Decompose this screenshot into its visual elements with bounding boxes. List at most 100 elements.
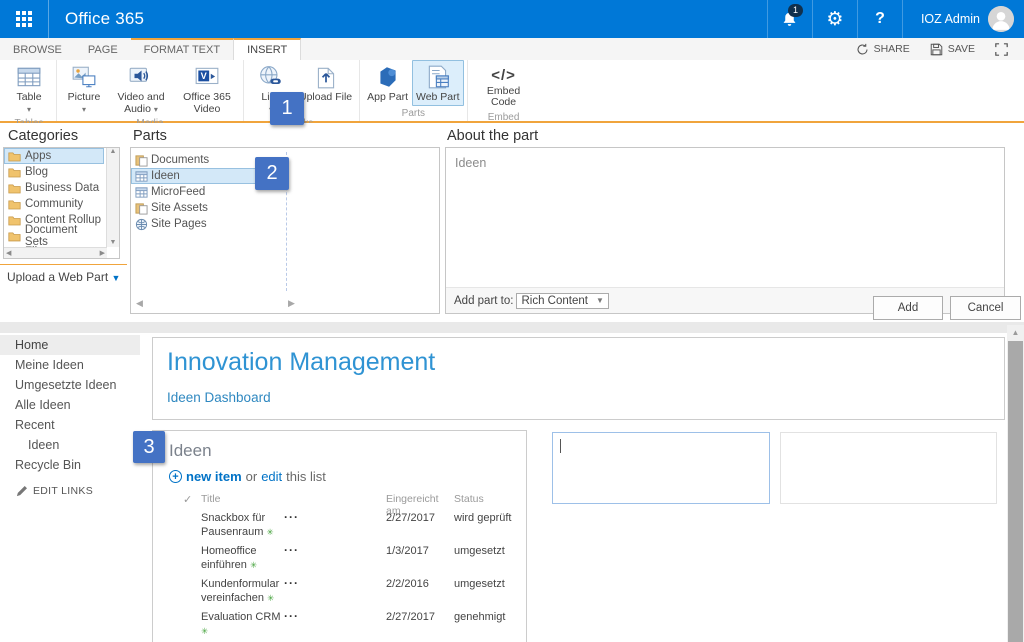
sidebar-item-recycle-bin[interactable]: Recycle Bin: [0, 455, 150, 475]
code-icon: </>: [475, 70, 533, 82]
status-value: umgesetzt: [454, 577, 514, 592]
suite-bar: Office 365 1 ⚙ ? IOZ Admin: [0, 0, 1024, 38]
help-button[interactable]: ?: [857, 0, 902, 38]
parts-title: Parts: [133, 128, 167, 144]
submitted-date: 2/27/2017: [386, 610, 454, 625]
table-icon: [16, 64, 42, 90]
chevron-down-icon: ▾: [27, 106, 31, 114]
person-icon: [988, 6, 1014, 32]
web-part-picker: Categories Parts About the part Apps Blo…: [0, 123, 1024, 322]
ellipsis-menu-button[interactable]: ···: [284, 610, 306, 622]
folder-icon: [8, 231, 21, 242]
category-blog[interactable]: Blog: [4, 164, 104, 180]
parts-scroll-left-icon[interactable]: ◀: [136, 298, 143, 309]
webpart-title[interactable]: Ideen: [169, 441, 212, 461]
ellipsis-menu-button[interactable]: ···: [284, 577, 306, 589]
category-apps[interactable]: Apps: [4, 148, 104, 164]
webpart-zone-middle[interactable]: [552, 432, 770, 504]
new-item-icon: ✳: [266, 527, 273, 537]
sidebar-item-meine-ideen[interactable]: Meine Ideen: [0, 355, 150, 375]
categories-horizontal-scrollbar[interactable]: ◀▶: [4, 247, 107, 258]
notifications-button[interactable]: 1: [767, 0, 812, 38]
folder-icon: [8, 183, 21, 194]
text-cursor: [560, 439, 561, 453]
table-button[interactable]: Table▾: [5, 60, 53, 117]
notification-count-badge: 1: [788, 4, 803, 17]
gear-icon: ⚙: [826, 10, 843, 29]
chevron-down-icon: ▾: [154, 106, 158, 114]
upload-file-button[interactable]: Upload File: [295, 60, 356, 106]
add-part-to-select[interactable]: Rich Content ▼: [516, 293, 608, 309]
scroll-up-icon[interactable]: ▲: [1007, 325, 1024, 340]
part-site-assets[interactable]: Site Assets: [131, 200, 279, 216]
sidebar-item-ideen[interactable]: Ideen: [0, 435, 150, 455]
ribbon-tab-bar: BROWSE PAGE FORMAT TEXT INSERT SHARE SAV…: [0, 38, 1024, 60]
app-part-button[interactable]: App Part: [363, 60, 412, 106]
folder-icon: [8, 151, 21, 162]
help-icon: ?: [875, 10, 885, 28]
parts-scroll-right-icon[interactable]: ▶: [288, 298, 295, 309]
page-subtitle-link[interactable]: Ideen Dashboard: [167, 390, 271, 405]
sidebar-item-home[interactable]: Home: [0, 335, 140, 355]
categories-vertical-scrollbar[interactable]: ▲▼: [106, 148, 119, 247]
tab-format-text[interactable]: FORMAT TEXT: [131, 38, 233, 60]
svg-text:V: V: [201, 71, 208, 81]
ellipsis-menu-button[interactable]: ···: [284, 544, 306, 556]
settings-button[interactable]: ⚙: [812, 0, 857, 38]
ribbon-insert: Table▾ Tables Picture▾ Video and Audio ▾…: [0, 60, 1024, 123]
new-item-link[interactable]: new item: [186, 469, 242, 484]
sidebar-item-alle-ideen[interactable]: Alle Ideen: [0, 395, 150, 415]
table-row[interactable]: Evaluation CRM ✳ ··· 2/27/2017 genehmigt: [153, 610, 526, 638]
new-item-icon: ✳: [267, 593, 274, 603]
group-label-parts: Parts: [363, 107, 463, 121]
account-menu[interactable]: IOZ Admin: [902, 0, 1024, 38]
app-launcher-button[interactable]: [0, 0, 49, 38]
item-title-link: Homeoffice einführen ✳: [201, 544, 284, 572]
user-name: IOZ Admin: [921, 12, 980, 26]
status-value: wird geprüft: [454, 511, 514, 526]
submitted-date: 2/27/2017: [386, 511, 454, 526]
focus-mode-button[interactable]: [987, 43, 1016, 56]
video-audio-button[interactable]: Video and Audio ▾: [108, 60, 174, 117]
ribbon-group-tables: Table▾ Tables: [2, 60, 57, 121]
ellipsis-menu-button[interactable]: ···: [284, 511, 306, 523]
tab-bar-actions: SHARE SAVE: [848, 38, 1024, 60]
tab-browse[interactable]: BROWSE: [0, 38, 75, 60]
page-header-zone: Innovation Management Ideen Dashboard: [152, 337, 1005, 420]
webpart-zone-right[interactable]: [780, 432, 997, 504]
edit-links-button[interactable]: EDIT LINKS: [16, 485, 150, 497]
picture-button[interactable]: Picture▾: [60, 60, 108, 117]
scroll-up-icon: ▲: [110, 148, 117, 155]
scrollbar-thumb[interactable]: [1008, 341, 1023, 642]
sharepoint-window: Office 365 1 ⚙ ? IOZ Admin BROWSE PAGE F…: [0, 0, 1024, 642]
tab-page[interactable]: PAGE: [75, 38, 131, 60]
add-button[interactable]: Add: [873, 296, 943, 320]
list-toolbar: + new item or edit this list: [169, 469, 326, 484]
category-document-sets[interactable]: Document Sets: [4, 228, 104, 244]
web-part-button[interactable]: Web Part: [412, 60, 464, 106]
office365-video-button[interactable]: V Office 365 Video: [174, 60, 240, 117]
ribbon-group-parts: App Part Web Part Parts: [360, 60, 467, 121]
category-community[interactable]: Community: [4, 196, 104, 212]
picture-icon: [71, 64, 97, 90]
category-business-data[interactable]: Business Data: [4, 180, 104, 196]
upload-web-part-link[interactable]: Upload a Web Part ▼: [0, 264, 127, 284]
edit-list-link[interactable]: edit: [261, 469, 282, 484]
share-button[interactable]: SHARE: [848, 43, 918, 56]
part-site-pages[interactable]: Site Pages: [131, 216, 279, 232]
table-row[interactable]: Homeoffice einführen ✳ ··· 1/3/2017 umge…: [153, 544, 526, 572]
tab-insert[interactable]: INSERT: [233, 38, 301, 60]
table-row[interactable]: Kundenformular vereinfachen ✳ ··· 2/2/20…: [153, 577, 526, 605]
plus-circle-icon: +: [169, 470, 182, 483]
brand-title: Office 365: [49, 9, 144, 29]
save-button[interactable]: SAVE: [922, 43, 983, 56]
sidebar-item-recent[interactable]: Recent: [0, 415, 150, 435]
embed-code-button[interactable]: </> Embed Code: [471, 60, 537, 111]
share-icon: [856, 43, 869, 56]
ribbon-group-media: Picture▾ Video and Audio ▾ V Office 365 …: [57, 60, 244, 121]
cancel-button[interactable]: Cancel: [950, 296, 1021, 320]
sidebar-item-umgesetzte-ideen[interactable]: Umgesetzte Ideen: [0, 375, 150, 395]
page-scrollbar[interactable]: ▲: [1007, 325, 1024, 642]
table-row[interactable]: Snackbox für Pausenraum ✳ ··· 2/27/2017 …: [153, 511, 526, 539]
chevron-down-icon: ▾: [82, 106, 86, 114]
